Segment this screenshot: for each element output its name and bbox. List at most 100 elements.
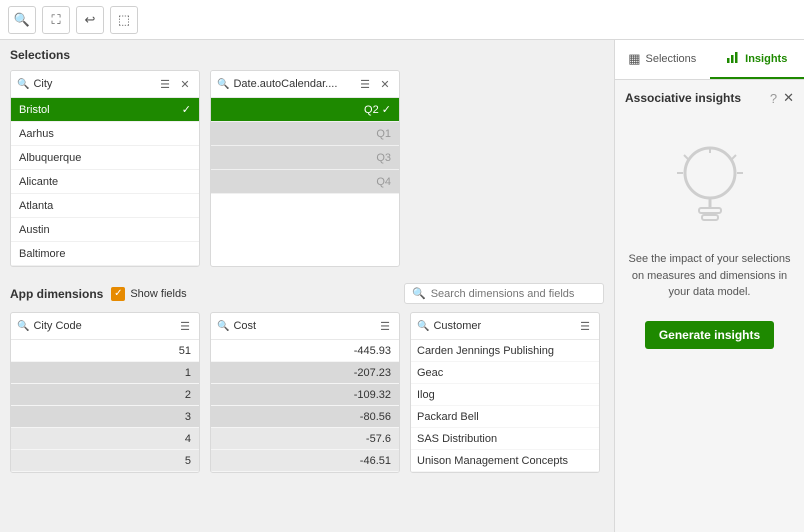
cost-menu-icon[interactable]: ☰: [377, 318, 393, 334]
tab-insights-label: Insights: [745, 53, 787, 65]
fit-icon: ⛶: [51, 12, 60, 28]
app-dim-title: App dimensions: [10, 287, 103, 301]
city-code-item-1[interactable]: 51: [11, 340, 199, 362]
dim-cards: 🔍 City Code ☰ 51 1 2 3 4 5: [10, 312, 604, 473]
cost-item-3[interactable]: -109.32: [211, 384, 399, 406]
city-code-item-3[interactable]: 2: [11, 384, 199, 406]
help-icon[interactable]: ?: [770, 91, 777, 106]
customer-menu-icon[interactable]: ☰: [577, 318, 593, 334]
cost-item-5[interactable]: -57.6: [211, 428, 399, 450]
city-item-label: Baltimore: [19, 248, 65, 260]
customer-item-1[interactable]: Carden Jennings Publishing: [411, 340, 599, 362]
right-panel-tabs: ▦ Selections Insights: [615, 40, 804, 80]
insights-header: Associative insights ? ✕: [625, 90, 794, 106]
customer-card-title: Customer: [433, 320, 573, 332]
city-code-item-5[interactable]: 4: [11, 428, 199, 450]
city-code-menu-icon[interactable]: ☰: [177, 318, 193, 334]
customer-list: Carden Jennings Publishing Geac Ilog Pac…: [411, 340, 599, 472]
date-item-label: Q4: [376, 176, 391, 188]
date-card-icons: ☰ ✕: [357, 76, 393, 92]
insights-close-icon[interactable]: ✕: [783, 90, 794, 106]
toolbar: 🔍 ⛶ ↩ ⬚: [0, 0, 804, 40]
city-search-icon: 🔍: [17, 79, 29, 90]
app-dim-header: App dimensions ✓ Show fields 🔍: [10, 283, 604, 304]
city-item-atlanta[interactable]: Atlanta: [11, 194, 199, 218]
cost-card: 🔍 Cost ☰ -445.93 -207.23 -109.32 -80.56 …: [210, 312, 400, 473]
fit-button[interactable]: ⛶: [42, 6, 70, 34]
city-list-icon[interactable]: ☰: [157, 76, 173, 92]
search-bar: 🔍: [404, 283, 604, 304]
back-button[interactable]: ↩: [76, 6, 104, 34]
city-card-icons: ☰ ✕: [157, 76, 193, 92]
city-code-item-4[interactable]: 3: [11, 406, 199, 428]
show-fields-checkbox[interactable]: ✓: [111, 287, 125, 301]
city-card-title: City: [33, 78, 153, 90]
generate-insights-button[interactable]: Generate insights: [645, 321, 774, 349]
main-area: Selections 🔍 City ☰ ✕ Bristol: [0, 40, 804, 532]
customer-item-6[interactable]: Unison Management Concepts: [411, 450, 599, 472]
zoom-in-button[interactable]: 🔍: [8, 6, 36, 34]
select-button[interactable]: ⬚: [110, 6, 138, 34]
tab-selections[interactable]: ▦ Selections: [615, 40, 710, 79]
date-item-q3[interactable]: Q3: [211, 146, 399, 170]
app-dimensions-section: App dimensions ✓ Show fields 🔍 🔍 City Co…: [0, 275, 614, 532]
insights-content: Associative insights ? ✕: [615, 80, 804, 532]
customer-card-header: 🔍 Customer ☰: [411, 313, 599, 340]
insights-header-icons: ? ✕: [770, 90, 794, 106]
customer-item-3[interactable]: Ilog: [411, 384, 599, 406]
date-close-icon[interactable]: ✕: [377, 76, 393, 92]
date-selection-card: 🔍 Date.autoCalendar.... ☰ ✕ Q2 ✓ Q1: [210, 70, 400, 267]
selections-title: Selections: [10, 48, 604, 62]
city-item-label: Alicante: [19, 176, 58, 188]
back-icon: ↩: [85, 12, 96, 28]
search-bar-icon: 🔍: [412, 287, 426, 300]
city-code-search-icon: 🔍: [17, 321, 29, 332]
date-item-q4[interactable]: Q4: [211, 170, 399, 194]
date-search-icon: 🔍: [217, 79, 229, 90]
cost-item-2[interactable]: -207.23: [211, 362, 399, 384]
city-item-label: Bristol: [19, 104, 50, 116]
insights-tab-icon: [726, 50, 740, 67]
date-item-q2[interactable]: Q2 ✓: [211, 98, 399, 122]
show-fields-text: Show fields: [130, 288, 186, 300]
cost-item-1[interactable]: -445.93: [211, 340, 399, 362]
customer-item-5[interactable]: SAS Distribution: [411, 428, 599, 450]
tab-insights[interactable]: Insights: [710, 40, 804, 79]
city-code-item-2[interactable]: 1: [11, 362, 199, 384]
city-item-aarhus[interactable]: Aarhus: [11, 122, 199, 146]
city-item-albuquerque[interactable]: Albuquerque: [11, 146, 199, 170]
city-code-item-6[interactable]: 5: [11, 450, 199, 472]
city-card-header: 🔍 City ☰ ✕: [11, 71, 199, 98]
city-code-card: 🔍 City Code ☰ 51 1 2 3 4 5: [10, 312, 200, 473]
cost-list: -445.93 -207.23 -109.32 -80.56 -57.6 -46…: [211, 340, 399, 472]
city-item-label: Aarhus: [19, 128, 54, 140]
date-list-icon[interactable]: ☰: [357, 76, 373, 92]
customer-search-icon: 🔍: [417, 321, 429, 332]
date-item-q1[interactable]: Q1: [211, 122, 399, 146]
customer-item-2[interactable]: Geac: [411, 362, 599, 384]
tab-selections-label: Selections: [646, 53, 697, 65]
city-code-card-title: City Code: [33, 320, 173, 332]
city-item-alicante[interactable]: Alicante: [11, 170, 199, 194]
right-panel: ▦ Selections Insights Associative insigh…: [614, 40, 804, 532]
insights-description: See the impact of your selections on mea…: [625, 251, 794, 301]
city-item-baltimore[interactable]: Baltimore: [11, 242, 199, 266]
city-item-label: Atlanta: [19, 200, 53, 212]
selections-tab-icon: ▦: [628, 51, 640, 67]
search-input[interactable]: [431, 288, 596, 300]
customer-card: 🔍 Customer ☰ Carden Jennings Publishing …: [410, 312, 600, 473]
cost-item-4[interactable]: -80.56: [211, 406, 399, 428]
city-item-austin[interactable]: Austin: [11, 218, 199, 242]
selections-cards: 🔍 City ☰ ✕ Bristol ✓ Aarhus: [10, 70, 604, 267]
cost-search-icon: 🔍: [217, 321, 229, 332]
city-close-icon[interactable]: ✕: [177, 76, 193, 92]
left-panel: Selections 🔍 City ☰ ✕ Bristol: [0, 40, 614, 532]
city-code-card-header: 🔍 City Code ☰: [11, 313, 199, 340]
show-fields-label[interactable]: ✓ Show fields: [111, 287, 186, 301]
date-card-header: 🔍 Date.autoCalendar.... ☰ ✕: [211, 71, 399, 98]
customer-item-4[interactable]: Packard Bell: [411, 406, 599, 428]
city-selection-card: 🔍 City ☰ ✕ Bristol ✓ Aarhus: [10, 70, 200, 267]
date-item-label: Q2 ✓: [364, 103, 391, 116]
city-item-bristol[interactable]: Bristol ✓: [11, 98, 199, 122]
cost-item-6[interactable]: -46.51: [211, 450, 399, 472]
